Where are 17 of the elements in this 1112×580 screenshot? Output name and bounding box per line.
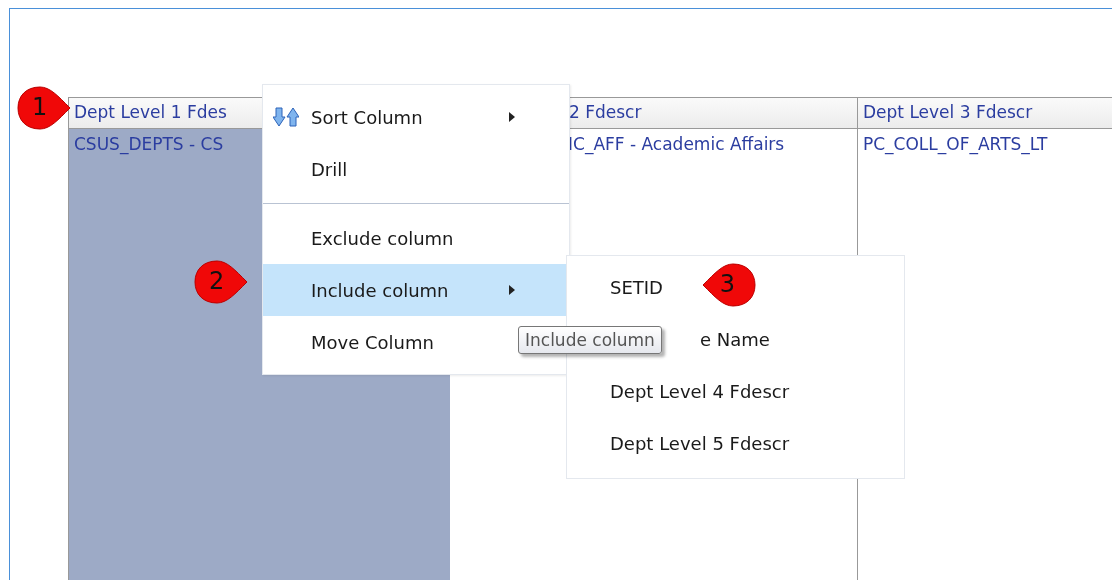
menu-item[interactable]: SETID: [567, 262, 675, 314]
callout-marker: 1: [16, 84, 72, 132]
menu-item[interactable]: Exclude column: [263, 212, 569, 264]
table-cell: CSUS_DEPTS - CS: [74, 134, 224, 154]
callout-marker: 3: [701, 261, 757, 309]
menu-item[interactable]: Dept Level 5 Fdescr: [567, 418, 802, 470]
submenu-arrow-icon: [509, 285, 515, 295]
menu-item[interactable]: Dept Level 4 Fdescr: [567, 366, 802, 418]
tooltip: Include column: [518, 326, 662, 354]
menu-item[interactable]: Include column: [263, 264, 569, 316]
callout-marker: 2: [193, 258, 249, 306]
table-cell: PC_COLL_OF_ARTS_LT: [863, 134, 1048, 154]
table-cell: IC_AFF - Academic Affairs: [568, 134, 785, 154]
menu-item[interactable]: Drill: [263, 143, 569, 195]
column-header[interactable]: Dept Level 3 Fdescr: [857, 97, 1112, 129]
sort-icon: [273, 106, 299, 128]
submenu-arrow-icon: [509, 112, 515, 122]
